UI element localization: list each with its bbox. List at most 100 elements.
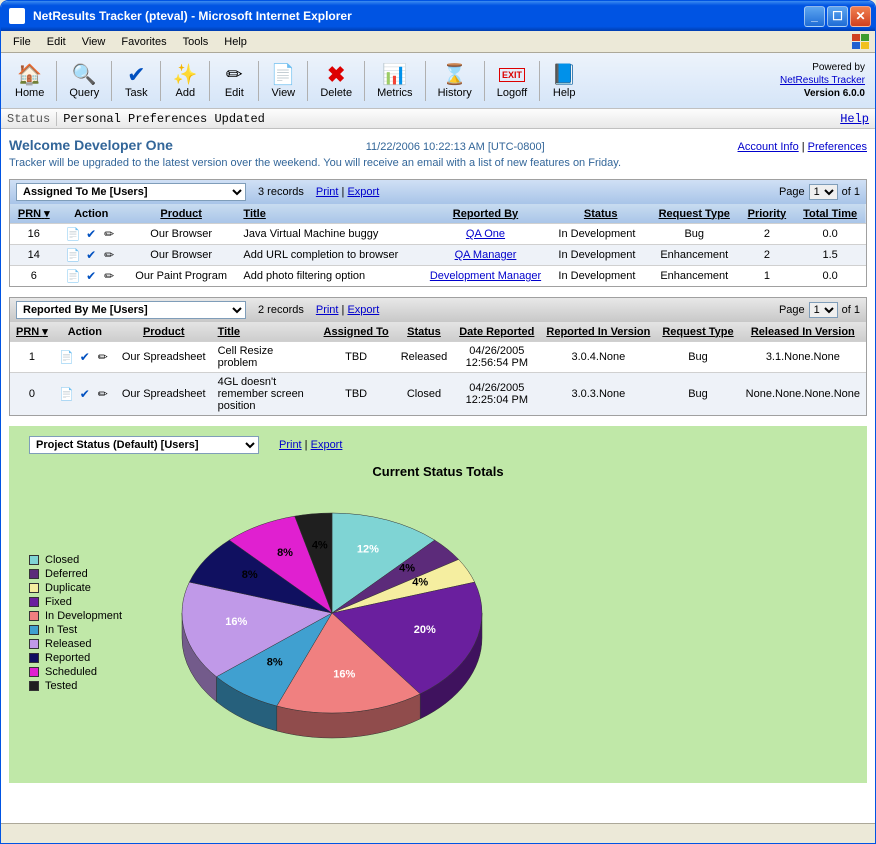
minimize-button[interactable]: _ — [804, 6, 825, 27]
legend-item: Tested — [29, 680, 122, 692]
window-title: NetResults Tracker (pteval) - Microsoft … — [29, 9, 804, 23]
legend-item: Fixed — [29, 596, 122, 608]
view-icon[interactable]: 📄 — [66, 248, 80, 262]
col-title[interactable]: Title — [237, 204, 418, 224]
tool-edit[interactable]: ✏Edit — [212, 61, 256, 101]
tool-query[interactable]: 🔍Query — [59, 61, 109, 101]
assigned-page-select[interactable]: 1 — [809, 184, 838, 200]
assigned-select[interactable]: Assigned To Me [Users] — [16, 183, 246, 201]
legend-item: Closed — [29, 554, 122, 566]
svg-text:4%: 4% — [399, 563, 415, 575]
sort-icon: ▾ — [44, 208, 50, 220]
reported-page-select[interactable]: 1 — [809, 302, 838, 318]
app-icon — [9, 8, 25, 24]
menu-file[interactable]: File — [5, 34, 39, 50]
col-reported-by[interactable]: Reported By — [419, 204, 553, 224]
titlebar: NetResults Tracker (pteval) - Microsoft … — [1, 1, 875, 31]
tool-history[interactable]: ⌛History — [428, 61, 482, 101]
close-button[interactable]: ✕ — [850, 6, 871, 27]
col-prn[interactable]: PRN ▾ — [10, 322, 54, 342]
tool-home[interactable]: 🏠Home — [5, 61, 54, 101]
table-row: 0📄✔✏Our Spreadsheet4GL doesn't remember … — [10, 373, 866, 416]
col-prn[interactable]: PRN ▾ — [10, 204, 58, 224]
edit-icon[interactable]: ✏ — [102, 227, 116, 241]
menu-favorites[interactable]: Favorites — [113, 34, 174, 50]
assigned-export[interactable]: Export — [347, 186, 379, 198]
menu-view[interactable]: View — [74, 34, 114, 50]
check-icon[interactable]: ✔ — [84, 227, 98, 241]
tool-delete[interactable]: ✖Delete — [310, 61, 362, 101]
help-icon: 📘 — [552, 63, 576, 87]
col-title[interactable]: Title — [212, 322, 318, 342]
welcome-date: 11/22/2006 10:22:13 AM [UTC-0800] — [366, 141, 545, 153]
col-request-type[interactable]: Request Type — [656, 322, 739, 342]
col-date-reported[interactable]: Date Reported — [453, 322, 540, 342]
view-icon[interactable]: 📄 — [66, 227, 80, 241]
reported-by-link: Development Manager — [430, 270, 541, 282]
reported-select[interactable]: Reported By Me [Users] — [16, 301, 246, 319]
edit-icon: ✏ — [222, 63, 246, 87]
edit-icon[interactable]: ✏ — [96, 350, 110, 364]
preferences-link[interactable]: Preferences — [808, 141, 867, 153]
col-released-in-version[interactable]: Released In Version — [740, 322, 866, 342]
home-icon: 🏠 — [18, 63, 42, 87]
menu-tools[interactable]: Tools — [175, 34, 217, 50]
col-product[interactable]: Product — [125, 204, 238, 224]
edit-icon[interactable]: ✏ — [102, 248, 116, 262]
edit-icon[interactable]: ✏ — [102, 269, 116, 283]
table-row: 14📄✔✏Our BrowserAdd URL completion to br… — [10, 245, 866, 266]
add-icon: ✨ — [173, 63, 197, 87]
menu-help[interactable]: Help — [216, 34, 255, 50]
view-icon[interactable]: 📄 — [66, 269, 80, 283]
maximize-button[interactable]: ☐ — [827, 6, 848, 27]
check-icon[interactable]: ✔ — [84, 269, 98, 283]
tool-help[interactable]: 📘Help — [542, 61, 586, 101]
view-icon[interactable]: 📄 — [60, 350, 74, 364]
status-bar: Status Personal Preferences Updated Help — [1, 109, 875, 129]
table-row: 6📄✔✏Our Paint ProgramAdd photo filtering… — [10, 266, 866, 287]
project-status-panel: Project Status (Default) [Users] Print |… — [9, 426, 867, 783]
view-icon[interactable]: 📄 — [60, 387, 74, 401]
col-request-type[interactable]: Request Type — [649, 204, 739, 224]
reported-print[interactable]: Print — [316, 304, 339, 316]
assigned-print[interactable]: Print — [316, 186, 339, 198]
reported-by-link: QA One — [466, 228, 505, 240]
tool-task[interactable]: ✔Task — [114, 61, 158, 101]
assigned-panel: Assigned To Me [Users] 3 records Print |… — [9, 179, 867, 287]
powered-by-link[interactable]: NetResults Tracker — [780, 75, 865, 86]
assigned-record-count: 3 records — [258, 186, 304, 198]
check-icon[interactable]: ✔ — [78, 350, 92, 364]
tool-add[interactable]: ✨Add — [163, 61, 207, 101]
check-icon[interactable]: ✔ — [84, 248, 98, 262]
svg-text:16%: 16% — [333, 668, 355, 680]
col-status[interactable]: Status — [552, 204, 649, 224]
account-info-link[interactable]: Account Info — [738, 141, 799, 153]
col-assigned-to[interactable]: Assigned To — [318, 322, 395, 342]
svg-text:20%: 20% — [414, 624, 436, 636]
project-export[interactable]: Export — [311, 439, 343, 451]
tool-metrics[interactable]: 📊Metrics — [367, 61, 422, 101]
menubar: File Edit View Favorites Tools Help — [1, 31, 875, 53]
delete-icon: ✖ — [324, 63, 348, 87]
chart-title: Current Status Totals — [29, 464, 847, 479]
check-icon[interactable]: ✔ — [78, 387, 92, 401]
project-print[interactable]: Print — [279, 439, 302, 451]
col-product[interactable]: Product — [116, 322, 212, 342]
svg-text:8%: 8% — [267, 657, 283, 669]
tool-logoff[interactable]: EXITLogoff — [487, 61, 537, 101]
view-icon: 📄 — [271, 63, 295, 87]
col-action: Action — [58, 204, 125, 224]
project-select[interactable]: Project Status (Default) [Users] — [29, 436, 259, 454]
help-link[interactable]: Help — [834, 112, 875, 126]
content-area: Welcome Developer One 11/22/2006 10:22:1… — [1, 129, 875, 823]
svg-text:12%: 12% — [357, 544, 379, 556]
browser-status-bar — [1, 823, 875, 843]
reported-export[interactable]: Export — [347, 304, 379, 316]
tool-view[interactable]: 📄View — [261, 61, 305, 101]
col-status[interactable]: Status — [395, 322, 453, 342]
col-priority[interactable]: Priority — [739, 204, 794, 224]
edit-icon[interactable]: ✏ — [96, 387, 110, 401]
menu-edit[interactable]: Edit — [39, 34, 74, 50]
col-reported-in-version[interactable]: Reported In Version — [540, 322, 656, 342]
col-total-time[interactable]: Total Time — [794, 204, 866, 224]
